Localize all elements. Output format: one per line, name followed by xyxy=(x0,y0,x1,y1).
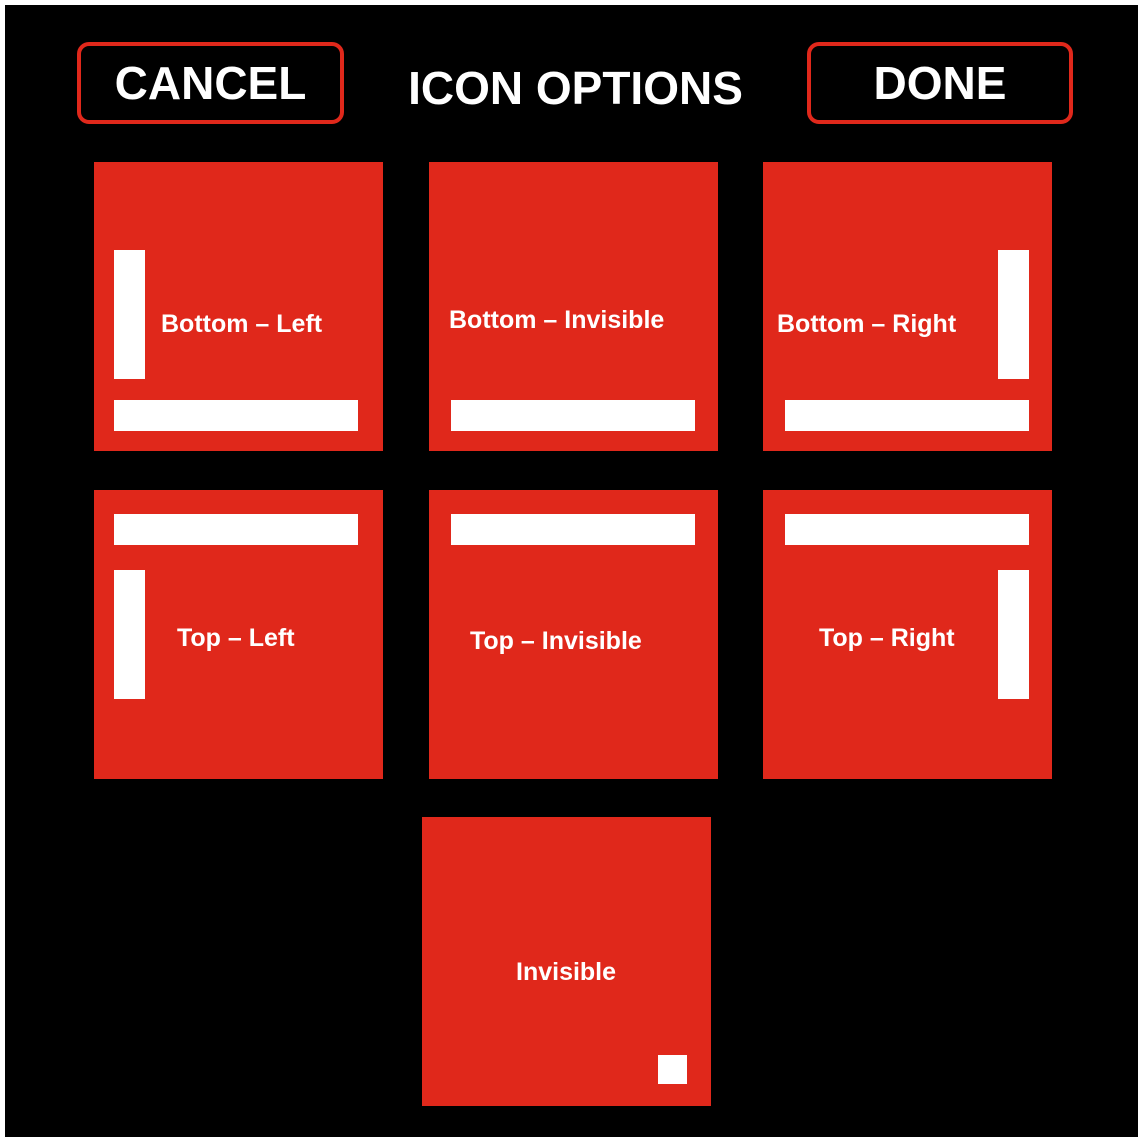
option-invisible[interactable]: Invisible xyxy=(422,817,711,1106)
vertical-bar-icon xyxy=(998,570,1029,699)
done-button[interactable]: DONE xyxy=(807,42,1073,124)
vertical-bar-icon xyxy=(114,570,145,699)
page-title: ICON OPTIONS xyxy=(408,62,743,114)
small-square-icon xyxy=(658,1055,687,1084)
option-label: Top – Right xyxy=(819,624,955,652)
option-top-left[interactable]: Top – Left xyxy=(94,490,383,779)
horizontal-bar-icon xyxy=(114,400,358,431)
icon-options-screen: CANCEL ICON OPTIONS DONE Bottom – Left B… xyxy=(5,5,1138,1137)
vertical-bar-icon xyxy=(998,250,1029,379)
option-label: Invisible xyxy=(516,958,617,986)
horizontal-bar-icon xyxy=(114,514,358,545)
horizontal-bar-icon xyxy=(785,400,1029,431)
cancel-button[interactable]: CANCEL xyxy=(77,42,344,124)
option-label: Bottom – Right xyxy=(777,310,957,338)
option-label: Top – Left xyxy=(177,624,295,652)
vertical-bar-icon xyxy=(114,250,145,379)
option-bottom-invisible[interactable]: Bottom – Invisible xyxy=(429,162,718,451)
option-label: Top – Invisible xyxy=(470,627,642,655)
option-top-invisible[interactable]: Top – Invisible xyxy=(429,490,718,779)
horizontal-bar-icon xyxy=(451,514,695,545)
option-bottom-left[interactable]: Bottom – Left xyxy=(94,162,383,451)
horizontal-bar-icon xyxy=(451,400,695,431)
horizontal-bar-icon xyxy=(785,514,1029,545)
option-bottom-right[interactable]: Bottom – Right xyxy=(763,162,1052,451)
option-top-right[interactable]: Top – Right xyxy=(763,490,1052,779)
option-label: Bottom – Invisible xyxy=(449,306,665,334)
option-label: Bottom – Left xyxy=(161,310,323,338)
